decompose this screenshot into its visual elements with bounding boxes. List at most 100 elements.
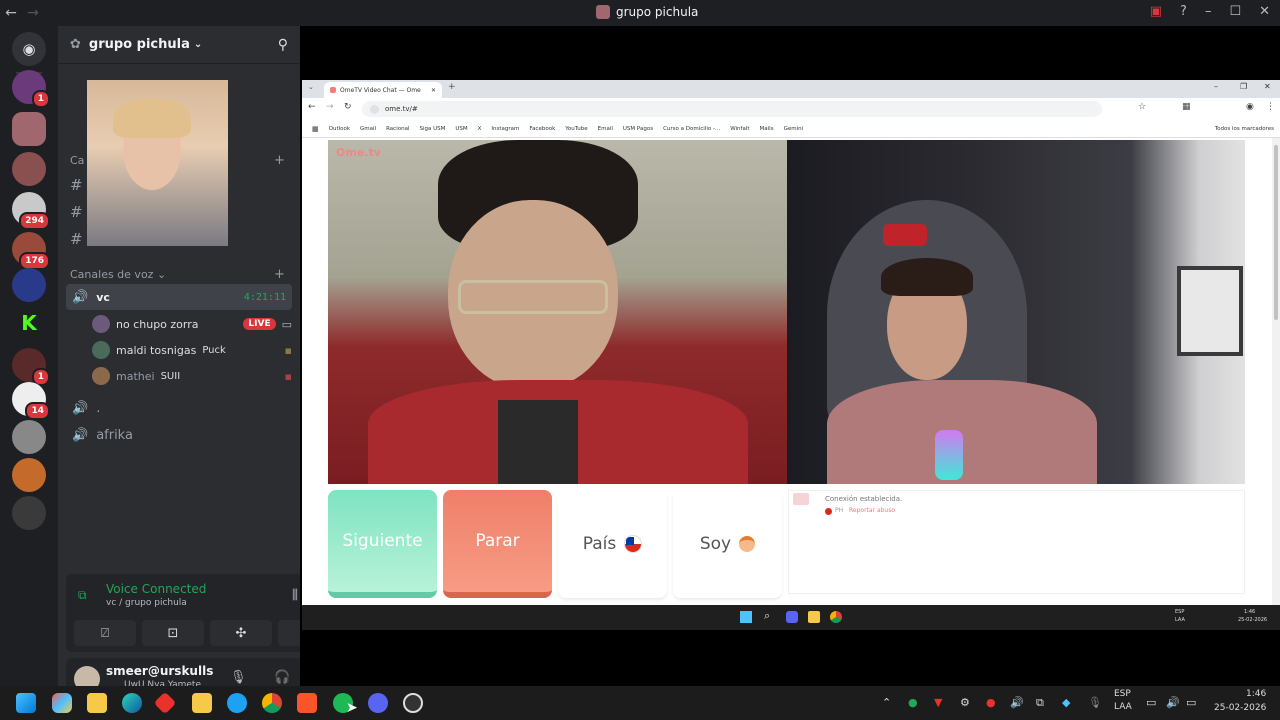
forward-arrow-icon[interactable]: → xyxy=(22,5,44,21)
address-bar[interactable]: ome.tv/# xyxy=(362,101,1102,117)
brave-icon[interactable] xyxy=(297,693,317,713)
server-avatar[interactable] xyxy=(12,458,46,492)
apps-icon[interactable]: ▦ xyxy=(312,125,319,133)
microphone-icon[interactable]: 🎙 xyxy=(1088,696,1102,709)
network-icon[interactable]: ▭ xyxy=(1146,696,1156,709)
next-button[interactable]: Siguiente xyxy=(328,490,437,598)
voice-channel-afrika[interactable]: 🔊 afrika xyxy=(66,422,292,448)
noise-suppression-icon[interactable]: ⫼ xyxy=(292,588,298,603)
chat-box[interactable]: Conexión establecida. PH Reportar abuso xyxy=(788,490,1245,594)
voice-category[interactable]: Canales de voz ⌄ xyxy=(70,268,166,281)
copilot-icon[interactable] xyxy=(52,693,72,713)
bookmark[interactable]: Gemini xyxy=(784,126,804,132)
help-icon[interactable]: ? xyxy=(1180,4,1187,19)
language-indicator[interactable]: ESP xyxy=(1114,689,1131,699)
volume-icon[interactable]: 🔊 xyxy=(1166,696,1180,709)
maximize-icon[interactable]: ☐ xyxy=(1229,4,1241,19)
tray-app-icon[interactable]: ▼ xyxy=(934,696,942,709)
bookmark[interactable]: Email xyxy=(598,126,613,132)
back-icon[interactable]: ← xyxy=(308,102,316,112)
server-avatar[interactable] xyxy=(12,268,46,302)
bookmark[interactable]: Mails xyxy=(760,126,774,132)
stop-button[interactable]: Parar xyxy=(443,490,552,598)
menu-icon[interactable]: ⋮ xyxy=(1266,102,1275,112)
microphone-icon[interactable]: 🎙 xyxy=(230,670,247,685)
minimize-icon[interactable]: – xyxy=(1214,82,1218,91)
app-icon[interactable] xyxy=(153,691,177,715)
close-tab-icon[interactable]: ✕ xyxy=(431,87,436,94)
tab-search-icon[interactable]: ⌄ xyxy=(308,83,314,91)
app-icon[interactable] xyxy=(227,693,247,713)
inbox-icon[interactable]: ▣ xyxy=(1150,4,1162,19)
guild-header[interactable]: ✿ grupo pichula ⌄ ⚲ xyxy=(58,26,300,64)
server-avatar[interactable]: K xyxy=(12,306,46,340)
server-avatar[interactable]: 1 xyxy=(12,348,50,386)
voice-user[interactable]: no chupo zorra LIVE ▭ xyxy=(92,312,292,336)
server-avatar[interactable]: 1 xyxy=(12,70,50,108)
plus-icon[interactable]: + xyxy=(274,153,285,168)
profile-icon[interactable]: ◉ xyxy=(1246,102,1254,112)
bookmark[interactable]: X xyxy=(478,126,482,132)
bookmark[interactable]: Racional xyxy=(386,126,409,132)
bookmark[interactable]: Instagram xyxy=(491,126,519,132)
restore-icon[interactable]: ❐ xyxy=(1240,82,1247,91)
site-info-icon[interactable] xyxy=(370,104,379,114)
server-avatar[interactable]: 176 xyxy=(12,232,50,270)
forward-icon[interactable]: → xyxy=(326,102,334,112)
headphones-icon[interactable]: 🎧 xyxy=(274,670,290,685)
server-avatar[interactable]: 14 xyxy=(12,382,50,420)
bookmark[interactable]: Curso a Domicilio -... xyxy=(663,126,720,132)
discord-home-icon[interactable]: ◉ xyxy=(12,32,46,66)
store-icon[interactable] xyxy=(87,693,107,713)
bookmark-star-icon[interactable]: ☆ xyxy=(1138,102,1146,112)
gender-button[interactable]: Soy xyxy=(673,490,782,598)
chevron-up-icon[interactable]: ⌃ xyxy=(882,696,891,709)
discord-icon[interactable] xyxy=(368,693,388,713)
screen-share-button[interactable]: ⊡ xyxy=(142,620,204,646)
country-button[interactable]: País xyxy=(558,490,667,598)
tray-app-icon[interactable]: ⧉ xyxy=(1036,696,1044,710)
tray-app-icon[interactable]: ◆ xyxy=(1062,696,1070,709)
file-explorer-icon[interactable] xyxy=(192,693,212,713)
bookmark[interactable]: USM xyxy=(455,126,467,132)
bookmark[interactable]: YouTube xyxy=(565,126,587,132)
minimize-icon[interactable]: – xyxy=(1205,4,1212,19)
bookmark[interactable]: Siga USM xyxy=(419,126,445,132)
back-arrow-icon[interactable]: ← xyxy=(0,5,22,21)
app-icon[interactable] xyxy=(403,693,423,713)
voice-user[interactable]: mathei SUII ▪ xyxy=(92,364,292,388)
clock-time[interactable]: 1:46 xyxy=(1246,689,1266,699)
tray-app-icon[interactable]: ⚙ xyxy=(960,696,970,709)
server-avatar[interactable] xyxy=(12,112,46,146)
server-avatar[interactable] xyxy=(12,152,46,186)
new-tab-icon[interactable]: + xyxy=(448,82,456,92)
volume-icon[interactable]: 🔊 xyxy=(1010,696,1024,709)
stream-preview[interactable] xyxy=(87,80,228,246)
scrollbar-thumb[interactable] xyxy=(1274,145,1278,320)
clock-date[interactable]: 25-02-2026 xyxy=(1214,703,1266,713)
all-bookmarks[interactable]: Todos los marcadores xyxy=(1215,126,1280,132)
add-member-icon[interactable]: ⚲ xyxy=(278,37,288,53)
tray-app-icon[interactable]: ● xyxy=(986,696,996,709)
server-avatar[interactable]: 294 xyxy=(12,192,50,230)
plus-icon[interactable]: + xyxy=(274,267,285,282)
reload-icon[interactable]: ↻ xyxy=(344,102,352,112)
bookmark[interactable]: Facebook xyxy=(529,126,555,132)
activities-button[interactable]: ✣ xyxy=(210,620,272,646)
server-avatar[interactable] xyxy=(12,420,46,454)
windows-start-icon[interactable] xyxy=(16,693,36,713)
voice-channel-vc[interactable]: 🔊 vc 4:21:11 xyxy=(66,284,292,310)
browser-tab[interactable]: OmeTV Video Chat — Ome ✕ xyxy=(324,82,442,98)
camera-off-button[interactable]: ⍁ xyxy=(74,620,136,646)
bookmark[interactable]: USM Pagos xyxy=(623,126,653,132)
chrome-icon[interactable] xyxy=(262,693,282,713)
bookmark[interactable]: Winfalt xyxy=(730,126,749,132)
battery-icon[interactable]: ▭ xyxy=(1186,696,1196,709)
voice-channel-dot[interactable]: 🔊 . xyxy=(66,395,292,421)
bookmark[interactable]: Outlook xyxy=(329,126,350,132)
close-icon[interactable]: ✕ xyxy=(1264,82,1271,91)
report-abuse-link[interactable]: Reportar abuso xyxy=(849,507,895,514)
edge-icon[interactable] xyxy=(122,693,142,713)
close-icon[interactable]: ✕ xyxy=(1259,4,1270,19)
bookmark[interactable]: Gmail xyxy=(360,126,376,132)
